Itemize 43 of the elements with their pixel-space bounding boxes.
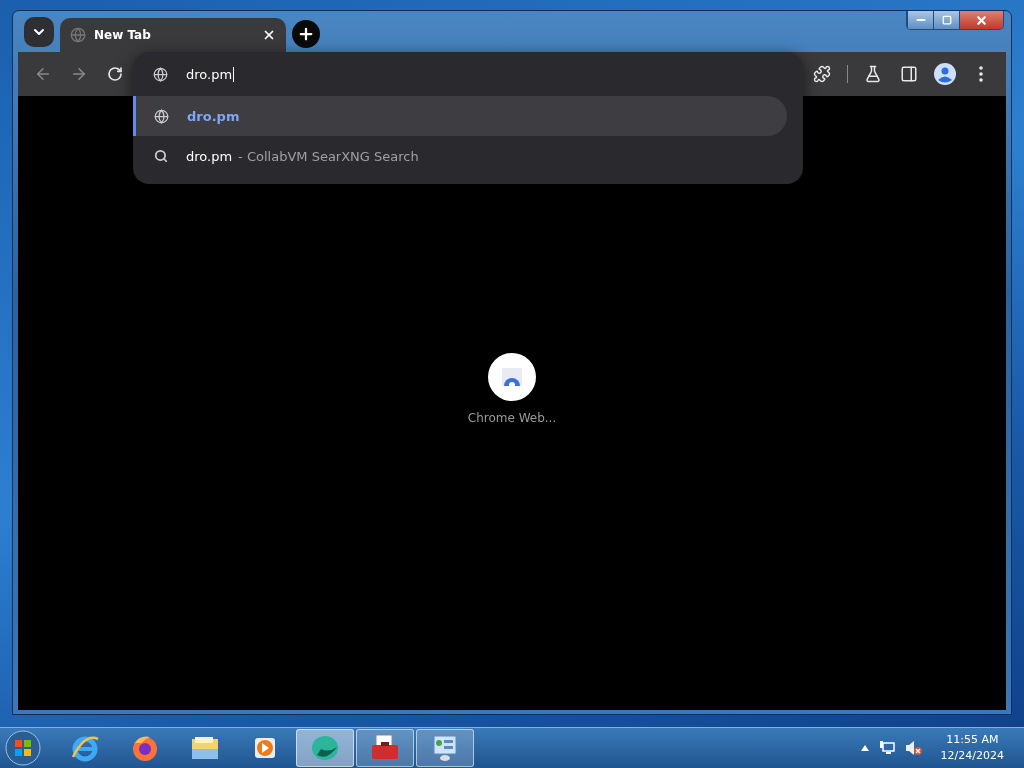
taskbar-app[interactable] (296, 729, 354, 767)
tab-title: New Tab (94, 28, 152, 42)
more-icon (979, 66, 983, 82)
suggestion-row[interactable]: dro.pm - CollabVM SearXNG Search (133, 136, 787, 176)
taskbar-app[interactable] (416, 729, 474, 767)
flask-icon (864, 65, 882, 83)
plus-icon (297, 25, 315, 43)
taskbar-app[interactable] (356, 729, 414, 767)
muted-speaker-icon (904, 740, 923, 756)
close-tab-button[interactable] (262, 28, 276, 42)
shortcut-label: Chrome Web... (467, 411, 557, 425)
minimize-button[interactable] (907, 11, 933, 29)
close-button[interactable] (959, 11, 1003, 29)
show-hidden-icons-button[interactable] (860, 745, 869, 751)
start-button[interactable] (4, 729, 42, 767)
reload-icon (107, 66, 123, 82)
tab-search-button[interactable] (24, 17, 54, 47)
globe-icon (153, 66, 168, 82)
side-panel-icon (900, 65, 918, 83)
suggestion-text: dro.pm (186, 148, 233, 164)
network-icon (878, 740, 895, 756)
sphere-icon (309, 733, 341, 763)
clock[interactable]: 11:55 AM 12/24/2024 (940, 732, 1004, 764)
forward-arrow-icon (70, 65, 88, 83)
suggestion-text: dro.pm (187, 108, 240, 124)
new-tab-button[interactable] (292, 20, 320, 48)
control-panel-icon (430, 733, 460, 763)
up-triangle-icon (860, 745, 869, 751)
browser-tab[interactable]: New Tab (60, 18, 286, 52)
close-icon (975, 13, 988, 27)
globe-icon (70, 27, 86, 43)
puzzle-icon (813, 65, 831, 83)
close-icon (262, 28, 276, 42)
maximize-icon (941, 15, 952, 25)
suggestion-description: - CollabVM SearXNG Search (238, 148, 419, 164)
globe-icon (154, 108, 169, 124)
suggestion-row[interactable]: dro.pm (133, 96, 787, 136)
avatar-icon (934, 63, 956, 85)
search-icon (154, 149, 168, 163)
shortcut-tile[interactable] (488, 353, 536, 401)
maximize-button[interactable] (933, 11, 959, 29)
play-icon (252, 735, 278, 761)
web-store-icon (500, 366, 524, 388)
